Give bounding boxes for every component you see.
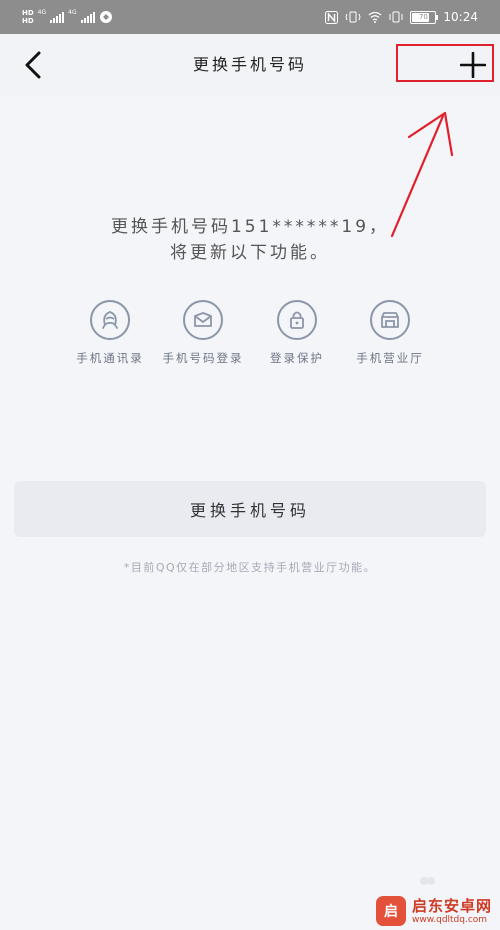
signal-icon	[80, 11, 95, 23]
status-time: 10:24	[443, 10, 478, 24]
plus-icon	[459, 51, 487, 79]
portrait-lock-icon	[389, 11, 403, 23]
contacts-icon	[90, 300, 130, 340]
feature-label: 手机营业厅	[356, 351, 424, 365]
change-phone-button[interactable]: 更换手机号码	[14, 481, 486, 537]
annotation-arrow	[390, 111, 454, 238]
watermark-text: 启东安卓网 www.qdltdq.com	[412, 897, 492, 926]
network-type-1: 4G	[37, 8, 47, 16]
network-type-2: 4G	[68, 8, 77, 16]
status-bar-right: 70 10:24	[325, 8, 478, 26]
watermark-logo: 启	[375, 896, 406, 926]
vibrate-icon	[345, 11, 361, 23]
feature-label: 登录保护	[270, 351, 324, 365]
feature-item: 手机营业厅	[344, 300, 436, 367]
back-button[interactable]	[14, 46, 52, 84]
battery-level: 70	[418, 12, 428, 21]
watermark-url: www.qdltdq.com	[411, 914, 488, 925]
watermark: 启 启东安卓网 www.qdltdq.com	[375, 896, 492, 926]
signal-icon	[50, 11, 65, 23]
chevron-left-icon	[25, 51, 41, 79]
feature-item: 手机号码登录	[157, 300, 249, 367]
nfc-icon	[325, 10, 339, 24]
footnote: *目前QQ仅在部分地区支持手机营业厅功能。	[123, 561, 377, 574]
description-line-2: 将更新以下功能。	[170, 243, 330, 263]
status-bar-left: HD HD 4G 4G	[22, 6, 113, 28]
feature-label: 手机通讯录	[76, 351, 144, 365]
feature-item: 登录保护	[251, 300, 343, 367]
mail-icon	[183, 300, 223, 340]
decorative-icon	[420, 877, 435, 885]
add-button[interactable]	[459, 51, 487, 79]
feature-label: 手机号码登录	[162, 351, 244, 365]
wifi-icon	[368, 11, 382, 23]
status-bar: HD HD 4G 4G 70 10:24	[0, 0, 500, 34]
hd-label-top: HD	[22, 9, 34, 17]
feature-item: 手机通讯录	[64, 300, 156, 367]
store-icon	[370, 300, 410, 340]
description-line-1: 更换手机号码151******19，	[110, 217, 390, 237]
battery-icon: 70	[410, 10, 439, 24]
hd-label-bottom: HD	[22, 17, 34, 25]
watermark-name: 启东安卓网	[411, 896, 492, 915]
lock-icon	[277, 300, 317, 340]
hd-indicator: HD HD	[22, 9, 34, 25]
app-notification-icon	[99, 11, 112, 23]
nav-bar: 更换手机号码	[0, 34, 500, 96]
